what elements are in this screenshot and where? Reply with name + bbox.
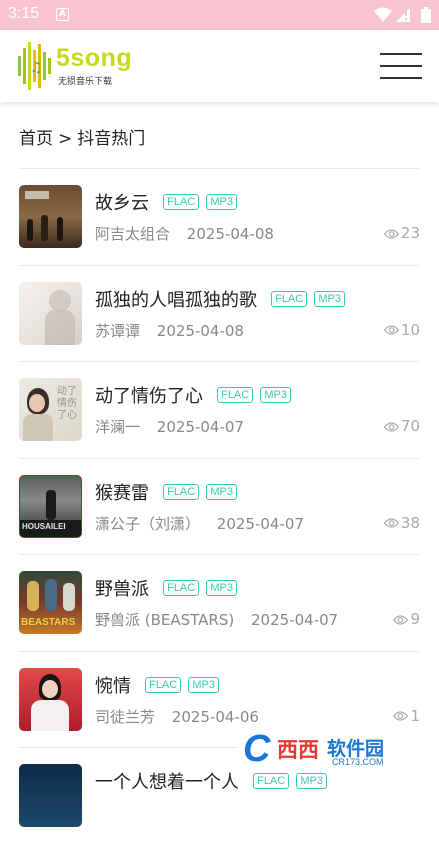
song-item[interactable]: HOUSAILEI 猴赛雷 FLAC MP3 潇公子（刘潇） 2025-04-0… [19,459,420,555]
song-cover [19,667,82,731]
watermark-url: CR173.COM [332,757,384,767]
song-title[interactable]: 惋情 [95,676,131,697]
song-date: 2025-04-07 [156,418,244,436]
app-header: ♫ 5song 无损音乐下载 [0,30,439,102]
signal-icon [396,8,410,22]
song-artist: 洋澜一 [95,418,141,436]
watermark-c-logo: C [243,728,271,770]
mp3-badge: MP3 [296,773,327,789]
song-artist: 潇公子（刘潇） [95,514,201,533]
view-count: 38 [383,513,420,532]
mp3-badge: MP3 [206,580,237,596]
eye-icon [383,325,400,335]
battery-icon [421,7,431,23]
mp3-badge: MP3 [314,290,345,307]
mp3-badge: MP3 [206,194,237,210]
song-item[interactable]: BEASTARS 野兽派 FLAC MP3 野兽派 (BEASTARS) 202… [19,555,420,652]
breadcrumb-separator: > [58,129,73,149]
wifi-icon [374,7,392,22]
flac-badge: FLAC [217,387,254,403]
eye-icon [383,421,400,432]
flac-badge: FLAC [145,676,182,693]
song-title[interactable]: 孤独的人唱孤独的歌 [95,290,257,311]
view-count: 23 [383,224,420,242]
song-date: 2025-04-07 [251,611,339,629]
view-count-value: 38 [400,513,420,532]
view-count: 9 [393,610,420,628]
view-count-value: 1 [410,706,420,725]
eye-icon [383,518,400,528]
eye-icon [383,228,400,239]
view-count-value: 23 [400,224,420,242]
song-cover: 动了情伤了心 [19,378,82,441]
view-count-value: 9 [410,610,420,628]
view-count: 70 [383,417,420,435]
flac-badge: FLAC [253,773,290,789]
breadcrumb-current: 抖音热门 [77,129,146,149]
song-artist: 司徒兰芳 [95,707,156,726]
song-artist: 苏谭谭 [95,321,141,340]
view-count-value: 10 [400,320,420,339]
app-notification-icon: A [56,8,69,21]
status-bar: 3:15 A [0,0,439,30]
site-watermark: C 西西 软件园 CR173.COM [237,728,420,770]
mp3-badge: MP3 [260,387,291,403]
song-cover: BEASTARS [19,571,82,634]
song-artist: 野兽派 (BEASTARS) [95,611,235,629]
song-title[interactable]: 故乡云 [95,193,149,214]
site-logo[interactable]: ♫ 5song 无损音乐下载 [16,38,148,94]
eye-icon [393,614,409,625]
flac-badge: FLAC [163,483,200,500]
song-date: 2025-04-07 [216,514,304,533]
flac-badge: FLAC [163,194,200,210]
song-title[interactable]: 野兽派 [95,579,149,600]
hamburger-menu-icon[interactable] [378,50,424,82]
eye-icon [393,711,409,721]
song-date: 2025-04-06 [171,707,259,726]
logo-equalizer-icon: ♫ [18,42,51,90]
song-cover: HOUSAILEI [19,474,82,538]
song-cover [19,764,82,827]
song-cover [19,185,82,248]
song-item[interactable]: 孤独的人唱孤独的歌 FLAC MP3 苏谭谭 2025-04-08 10 [19,266,420,362]
mp3-badge: MP3 [188,676,219,693]
song-date: 2025-04-08 [156,321,244,340]
song-title[interactable]: 动了情伤了心 [95,386,203,407]
status-time: 3:15 [8,5,40,22]
mp3-badge: MP3 [206,483,237,500]
song-date: 2025-04-08 [186,225,274,243]
view-count: 10 [383,320,420,339]
logo-brand: 5song [56,44,133,72]
view-count: 1 [393,707,420,725]
song-item[interactable]: 故乡云 FLAC MP3 阿吉太组合 2025-04-08 23 [19,169,420,266]
view-count-value: 70 [400,417,420,435]
svg-text:♫: ♫ [30,60,43,76]
song-cover [19,281,82,345]
watermark-xixi: 西西 [277,738,319,762]
song-artist: 阿吉太组合 [95,225,171,243]
flac-badge: FLAC [271,290,308,307]
song-title[interactable]: 一个人想着一个人 [95,772,239,793]
song-item[interactable]: 动了情伤了心 动了情伤了心 FLAC MP3 洋澜一 2025-04-07 70 [19,362,420,459]
breadcrumb-home-link[interactable]: 首页 [19,129,53,149]
breadcrumb: 首页 > 抖音热门 [19,124,145,149]
song-title[interactable]: 猴赛雷 [95,483,149,504]
logo-tagline: 无损音乐下载 [58,77,113,87]
flac-badge: FLAC [163,580,200,596]
